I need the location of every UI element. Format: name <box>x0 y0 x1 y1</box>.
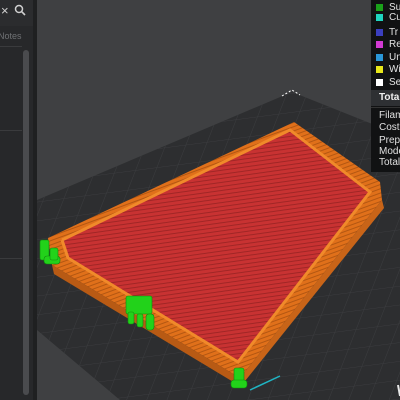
stat-filament: Filame <box>379 110 400 121</box>
legend-swatch <box>376 53 383 61</box>
legend-label: Cu <box>389 11 400 23</box>
legend-item: Re <box>376 37 400 51</box>
stat-cost: Cost: <box>379 122 400 133</box>
sidebar-toolbar: × <box>0 0 33 26</box>
legend-item: Cu <box>376 10 400 24</box>
sidebar-scrollbar[interactable] <box>23 50 29 395</box>
divider <box>0 46 22 47</box>
legend-label: Un <box>389 51 400 63</box>
legend-label: Se <box>389 76 400 88</box>
stat-model-time: Mode <box>379 146 400 157</box>
tab-notes[interactable]: Notes <box>0 27 33 45</box>
left-sidebar: × Notes <box>0 0 34 400</box>
divider <box>0 258 22 259</box>
close-icon[interactable]: × <box>1 4 9 18</box>
legend-label: Re <box>389 38 400 50</box>
legend-label: Wi <box>389 63 400 75</box>
legend-swatch <box>376 65 383 73</box>
legend-swatch <box>376 28 383 36</box>
legend-panel: Su Cu Tr Re Un Wi Se Total Filame Cost: … <box>371 0 400 172</box>
legend-item: Wi <box>376 62 400 76</box>
stats-header: Total <box>371 90 400 106</box>
legend-swatch <box>376 40 383 48</box>
stat-prepare-time: Prepa <box>379 135 400 146</box>
search-icon[interactable] <box>14 4 28 18</box>
legend-swatch <box>376 78 383 86</box>
legend-swatch <box>376 13 383 21</box>
divider <box>371 107 400 108</box>
legend-label: Tr <box>389 26 399 38</box>
legend-item: Se <box>376 75 400 89</box>
slice-preview-viewport[interactable] <box>37 0 400 400</box>
divider <box>0 130 22 131</box>
stat-total-time: Total <box>379 157 400 168</box>
